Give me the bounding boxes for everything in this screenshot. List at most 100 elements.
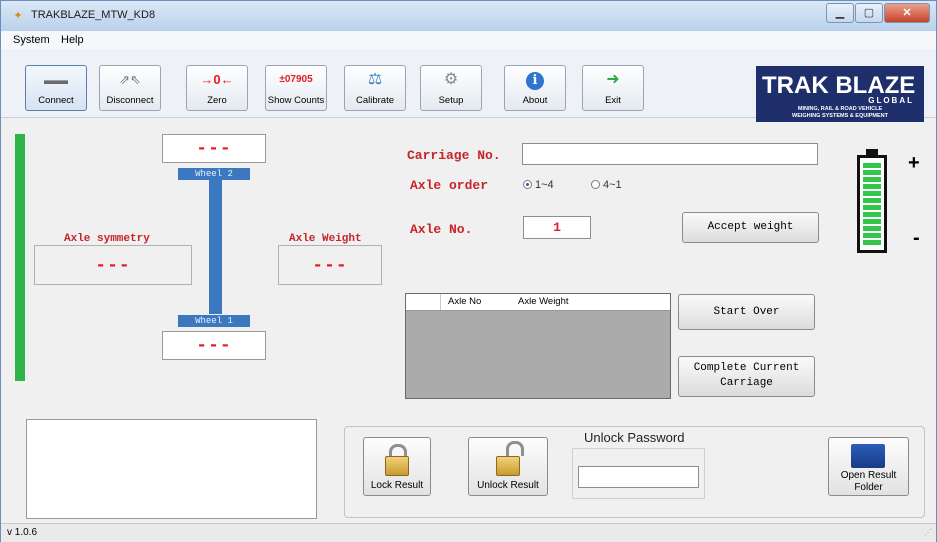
about-button[interactable]: i About: [504, 65, 566, 111]
axle-weight-table[interactable]: Axle No Axle Weight: [405, 293, 671, 399]
app-icon: ✦: [13, 10, 23, 22]
unlock-result-label: Unlock Result: [477, 480, 539, 491]
axle-order-label: Axle order: [410, 178, 489, 193]
battery-segment: [863, 205, 881, 210]
status-bar: v 1.0.6 ⋰: [1, 523, 936, 542]
logo-tagline: MINING, RAIL & ROAD VEHICLE WEIGHING SYS…: [756, 106, 924, 120]
wheel1-label: Wheel 1: [178, 315, 250, 327]
connect-button[interactable]: ▬▬ Connect: [25, 65, 87, 111]
info-glyph: i: [526, 72, 544, 90]
logo-global: GLOBAL: [868, 96, 914, 105]
unlock-icon: [496, 441, 524, 476]
maximize-button[interactable]: ▢: [855, 3, 883, 23]
close-button[interactable]: ✕: [884, 3, 930, 23]
app-window: ✦ TRAKBLAZE_MTW_KD8 ▁ ▢ ✕ System Help ▬▬…: [0, 0, 937, 542]
window-controls: ▁ ▢ ✕: [825, 3, 930, 23]
wheel1-value: ---: [196, 336, 232, 356]
axle-symmetry-value: ---: [95, 256, 131, 276]
accept-weight-button[interactable]: Accept weight: [682, 212, 819, 243]
battery-segment: [863, 184, 881, 189]
lock-icon: [385, 444, 409, 476]
info-icon: i: [505, 70, 565, 90]
axle-no-input[interactable]: 1: [523, 216, 591, 239]
battery-segment: [863, 163, 881, 168]
axle-symmetry-group: ---: [34, 245, 192, 285]
show-counts-button[interactable]: ±07905 Show Counts: [265, 65, 327, 111]
col-axle-no[interactable]: Axle No: [448, 296, 481, 307]
battery-segment: [863, 170, 881, 175]
battery-segment: [863, 198, 881, 203]
calibrate-button[interactable]: ⚖ Calibrate: [344, 65, 406, 111]
resize-grip-icon[interactable]: ⋰: [924, 528, 932, 537]
logo-tagline-1: MINING, RAIL & ROAD VEHICLE: [797, 106, 883, 112]
lock-result-label: Lock Result: [370, 480, 424, 491]
setup-icon: ⚙: [443, 71, 459, 88]
open-folder-label: Open Result Folder: [829, 470, 908, 494]
message-log[interactable]: [26, 419, 317, 519]
axle-order-4-1-radio[interactable]: 4~1: [591, 179, 622, 191]
axle-no-label: Axle No.: [410, 222, 473, 237]
version-label: v 1.0.6: [7, 527, 38, 538]
menu-system[interactable]: System: [13, 34, 50, 46]
minimize-button[interactable]: ▁: [826, 3, 854, 23]
axle-order-1-4-radio[interactable]: 1~4: [523, 179, 554, 191]
battery-segment: [863, 240, 881, 245]
disconnect-button[interactable]: ⇗⇖ Disconnect: [99, 65, 161, 111]
zero-icon: →0←: [200, 72, 234, 87]
battery-plus-icon: +: [908, 152, 920, 174]
wheel2-weight-display: ---: [162, 134, 266, 163]
battery-minus-icon: -: [913, 227, 920, 249]
battery-segment: [863, 212, 881, 217]
unlock-body: [496, 456, 520, 476]
start-over-button[interactable]: Start Over: [678, 294, 815, 330]
battery-segment: [863, 191, 881, 196]
row-header-cell: [406, 294, 441, 310]
open-folder-label-1: Open Result: [840, 470, 897, 481]
complete-label-1: Complete Current: [693, 362, 800, 374]
col-axle-weight[interactable]: Axle Weight: [518, 296, 569, 307]
unlock-shackle: [506, 441, 524, 456]
carriage-label: Carriage No.: [407, 148, 501, 163]
scale-icon: ⚖: [367, 71, 383, 88]
battery-segment: [863, 177, 881, 182]
battery-segment: [863, 226, 881, 231]
unlock-password-label: Unlock Password: [584, 430, 685, 445]
setup-label: Setup: [438, 95, 464, 106]
axle-weight-label: Axle Weight: [286, 233, 365, 245]
zero-label: Zero: [207, 95, 227, 106]
axle-weight-group: ---: [278, 245, 382, 285]
unlock-result-button[interactable]: Unlock Result: [468, 437, 548, 496]
logo-tagline-2: WEIGHING SYSTEMS & EQUIPMENT: [792, 113, 888, 119]
battery-icon: [857, 149, 887, 253]
axle-symmetry-label: Axle symmetry: [61, 233, 153, 245]
exit-label: Exit: [605, 95, 621, 106]
radio-unselected-icon: [591, 180, 600, 189]
unlock-password-input[interactable]: [578, 466, 699, 488]
complete-carriage-button[interactable]: Complete Current Carriage: [678, 356, 815, 397]
menu-bar: System Help: [1, 31, 936, 49]
counts-icon: ±07905: [279, 74, 313, 85]
connect-icon: ▬▬: [44, 73, 68, 87]
battery-segment: [863, 233, 881, 238]
axle-bar: [209, 178, 222, 314]
lock-result-button[interactable]: Lock Result: [363, 437, 431, 496]
setup-button[interactable]: ⚙ Setup: [420, 65, 482, 111]
wheel1-weight-display: ---: [162, 331, 266, 360]
axle-weight-value: ---: [312, 256, 348, 276]
carriage-input[interactable]: [522, 143, 818, 165]
show-counts-label: Show Counts: [267, 95, 325, 106]
exit-button[interactable]: ➜ Exit: [582, 65, 644, 111]
zero-button[interactable]: →0← Zero: [186, 65, 248, 111]
title-bar: ✦ TRAKBLAZE_MTW_KD8 ▁ ▢ ✕: [1, 1, 936, 31]
menu-help[interactable]: Help: [61, 34, 84, 46]
status-indicator-bar: [15, 134, 25, 381]
complete-label-2: Carriage: [720, 377, 773, 389]
folder-icon: [851, 444, 885, 468]
open-folder-label-2: Folder: [854, 482, 883, 493]
open-result-folder-button[interactable]: Open Result Folder: [828, 437, 909, 496]
disconnect-label: Disconnect: [106, 95, 154, 106]
about-label: About: [522, 95, 548, 106]
axle-no-value: 1: [553, 220, 561, 235]
wheel2-value: ---: [196, 139, 232, 159]
table-header: Axle No Axle Weight: [406, 294, 670, 311]
